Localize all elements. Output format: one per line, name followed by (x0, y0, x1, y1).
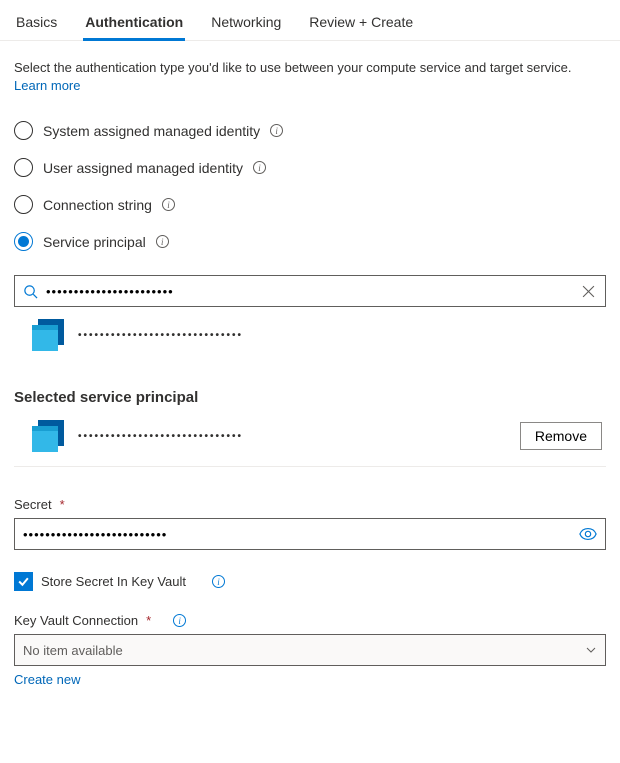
radio-system-identity[interactable]: System assigned managed identity i (14, 121, 606, 140)
checkbox-icon[interactable] (14, 572, 33, 591)
auth-type-radio-group: System assigned managed identity i User … (14, 121, 606, 251)
store-secret-checkbox-row[interactable]: Store Secret In Key Vault i (14, 572, 606, 591)
radio-label: System assigned managed identity (43, 123, 260, 139)
service-principal-icon (32, 420, 64, 452)
radio-service-principal[interactable]: Service principal i (14, 232, 606, 251)
remove-button[interactable]: Remove (520, 422, 602, 450)
required-asterisk: * (60, 497, 65, 512)
radio-label: User assigned managed identity (43, 160, 243, 176)
selected-principal-row: •••••••••••••••••••••••••••••• Remove (14, 406, 606, 467)
description-span: Select the authentication type you'd lik… (14, 60, 571, 75)
reveal-password-icon[interactable] (579, 527, 597, 541)
search-result-item[interactable]: •••••••••••••••••••••••••••••• (14, 307, 606, 363)
info-icon[interactable]: i (156, 235, 169, 248)
selected-principal-heading: Selected service principal (14, 389, 606, 406)
tabs-bar: Basics Authentication Networking Review … (0, 0, 620, 41)
radio-label: Service principal (43, 234, 146, 250)
info-icon[interactable]: i (212, 575, 225, 588)
tab-basics[interactable]: Basics (14, 8, 59, 40)
secret-input-wrap[interactable] (14, 518, 606, 550)
service-principal-search[interactable] (14, 275, 606, 307)
radio-icon (14, 158, 33, 177)
description-text: Select the authentication type you'd lik… (14, 59, 606, 95)
radio-icon (14, 232, 33, 251)
learn-more-link[interactable]: Learn more (14, 78, 80, 93)
info-icon[interactable]: i (162, 198, 175, 211)
search-icon (23, 284, 38, 299)
radio-icon (14, 195, 33, 214)
result-name: •••••••••••••••••••••••••••••• (78, 330, 243, 341)
clear-icon[interactable] (580, 283, 597, 300)
radio-user-identity[interactable]: User assigned managed identity i (14, 158, 606, 177)
store-secret-label: Store Secret In Key Vault (41, 574, 186, 589)
info-icon[interactable]: i (270, 124, 283, 137)
kv-connection-label: Key Vault Connection * i (14, 613, 606, 628)
tab-authentication[interactable]: Authentication (83, 8, 185, 40)
radio-connection-string[interactable]: Connection string i (14, 195, 606, 214)
kv-connection-label-text: Key Vault Connection (14, 613, 138, 628)
service-principal-icon (32, 319, 64, 351)
info-icon[interactable]: i (173, 614, 186, 627)
info-icon[interactable]: i (253, 161, 266, 174)
radio-icon (14, 121, 33, 140)
secret-label-text: Secret (14, 497, 52, 512)
tab-review-create[interactable]: Review + Create (307, 8, 415, 40)
secret-input[interactable] (23, 527, 579, 542)
chevron-down-icon (585, 644, 597, 656)
select-placeholder: No item available (23, 643, 123, 658)
required-asterisk: * (146, 613, 151, 628)
kv-connection-select[interactable]: No item available (14, 634, 606, 666)
tab-networking[interactable]: Networking (209, 8, 283, 40)
secret-label: Secret * (14, 497, 606, 512)
selected-name: •••••••••••••••••••••••••••••• (78, 431, 243, 442)
search-input[interactable] (46, 284, 572, 299)
radio-label: Connection string (43, 197, 152, 213)
create-new-link[interactable]: Create new (14, 672, 80, 687)
